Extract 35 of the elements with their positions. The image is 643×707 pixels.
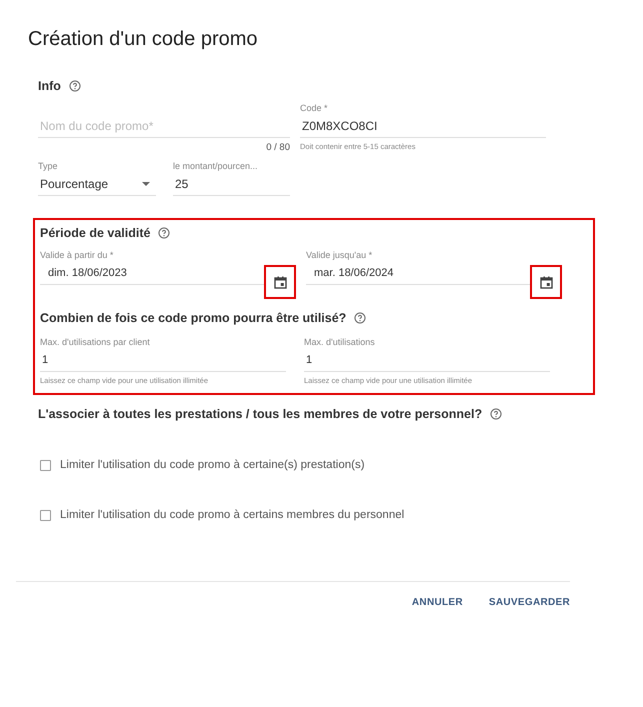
field-label: le montant/pourcen... [173, 161, 259, 173]
section-heading: Combien de fois ce code promo pourra être utilisé? [40, 311, 346, 325]
help-icon[interactable] [354, 312, 366, 324]
type-select[interactable]: Pourcentage [38, 173, 156, 196]
checkbox-label[interactable]: Limiter l'utilisation du code promo à certains membres du personnel [60, 509, 404, 521]
field-label: Valide à partir du * [40, 250, 114, 262]
section-heading: Info [38, 79, 61, 93]
calendar-icon [274, 276, 286, 288]
calendar-button[interactable] [530, 265, 562, 299]
checkbox[interactable] [40, 460, 51, 470]
caret-icon [142, 182, 150, 186]
character-counter: 0 / 80 [266, 142, 290, 153]
date-field[interactable]: mar. 18/06/2024 [306, 262, 530, 285]
amount-field[interactable]: 25 [173, 173, 290, 196]
calendar-icon [540, 276, 552, 288]
help-icon[interactable] [158, 227, 170, 239]
section-heading: L'associer à toutes les prestations / tous les membres de votre personnel? [38, 407, 482, 421]
date-field[interactable]: dim. 18/06/2023 [40, 262, 264, 285]
checkbox[interactable] [40, 510, 51, 520]
section-heading: Période de validité [40, 226, 150, 240]
help-icon[interactable] [68, 80, 81, 92]
field-label: Max. d'utilisations [304, 337, 376, 349]
usage-field[interactable]: 1 [304, 349, 550, 372]
field-label: Valide jusqu'au * [306, 250, 374, 262]
dialog-title: Création d'un code promo [28, 28, 259, 51]
calendar-button[interactable] [264, 265, 296, 299]
field-label: Type [38, 161, 59, 173]
field-label: Code * [300, 103, 329, 115]
field-label: Max. d'utilisations par client [40, 337, 151, 349]
checkbox-label[interactable]: Limiter l'utilisation du code promo à certaine(s) prestation(s) [60, 459, 365, 471]
usage-field[interactable]: 1 [40, 349, 286, 372]
save-button[interactable]: SAUVEGARDER [488, 597, 570, 608]
help-icon[interactable] [490, 408, 502, 420]
cancel-button[interactable]: ANNULER [412, 597, 463, 608]
code-field[interactable]: Z0M8XCO8CI [300, 115, 546, 138]
